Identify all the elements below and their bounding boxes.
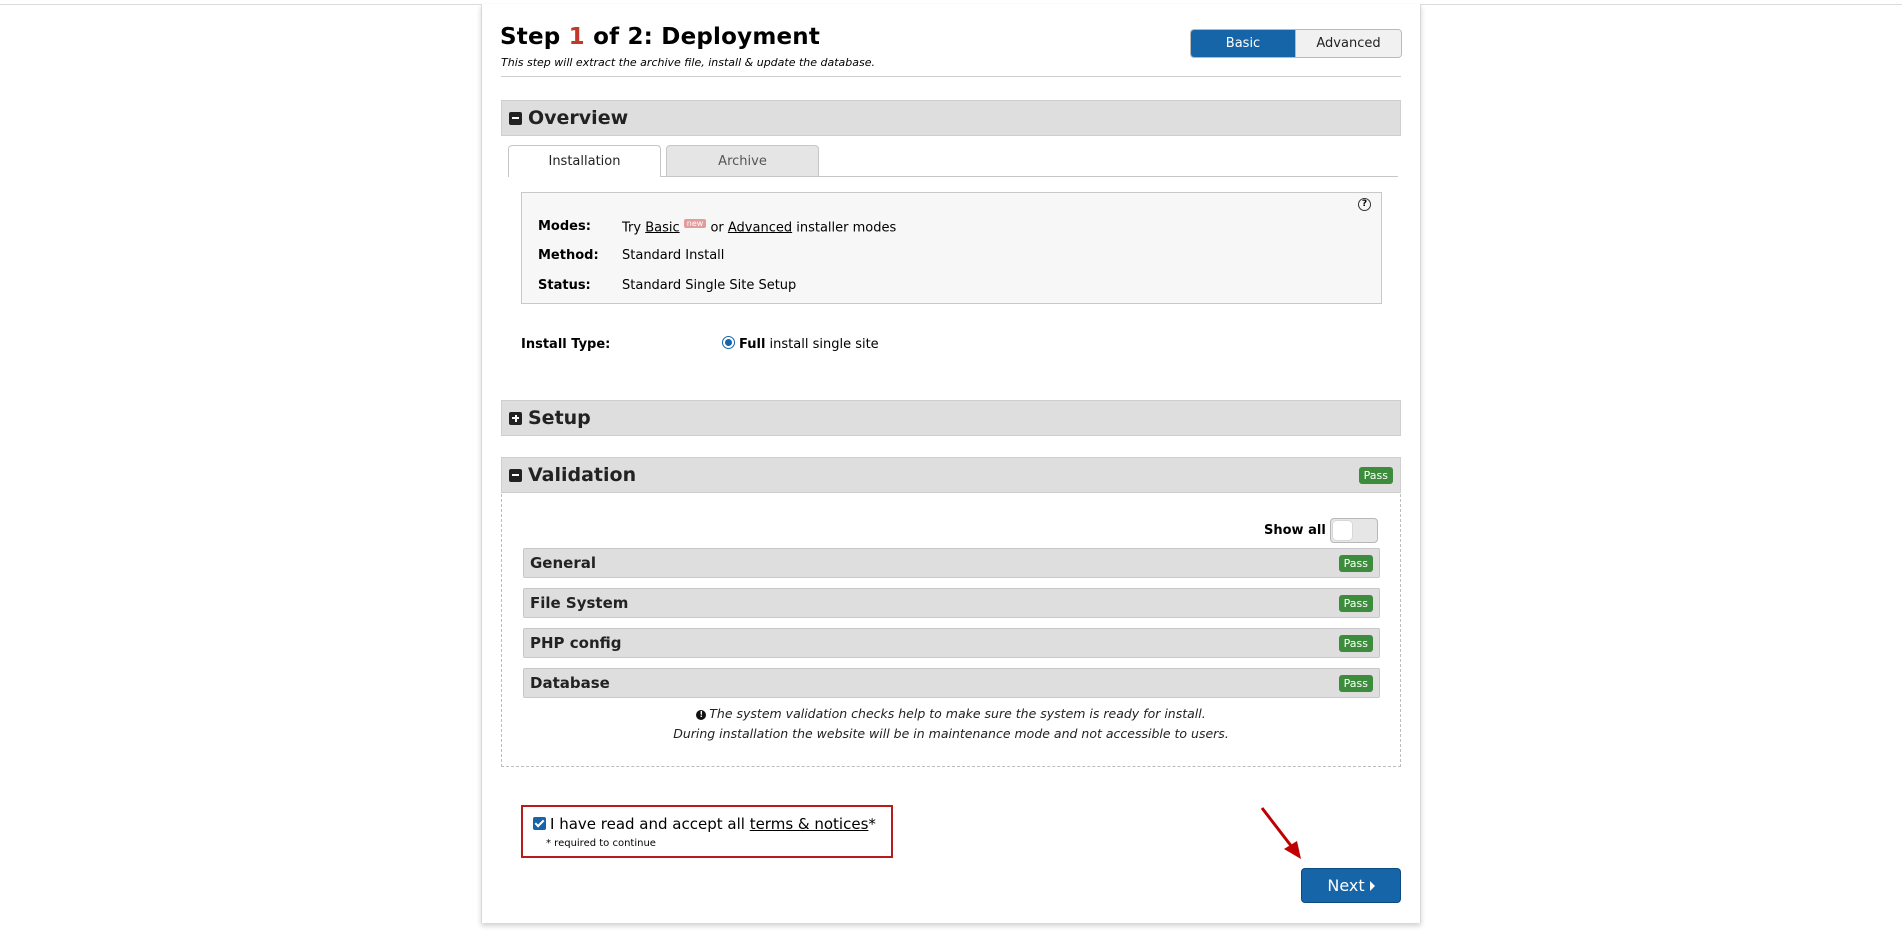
status-value: Standard Single Site Setup xyxy=(622,278,797,293)
basic-mode-button[interactable]: Basic xyxy=(1191,30,1295,57)
caret-right-icon xyxy=(1369,880,1375,891)
collapse-minus-icon xyxy=(509,468,522,482)
overview-section-header[interactable]: Overview xyxy=(501,100,1401,136)
show-all-toggle[interactable] xyxy=(1330,518,1378,543)
validation-row-file-system[interactable]: File System Pass xyxy=(523,588,1380,618)
status-label: Status: xyxy=(538,278,591,293)
status-badge: Pass xyxy=(1338,594,1373,612)
setup-title: Setup xyxy=(528,407,591,429)
advanced-mode-button[interactable]: Advanced xyxy=(1295,30,1401,57)
terms-link[interactable]: terms & notices xyxy=(750,815,869,833)
current-step-number: 1 xyxy=(568,24,585,50)
terms-text: I have read and accept all terms & notic… xyxy=(550,815,876,833)
header-divider xyxy=(501,76,1401,77)
page-title: Step 1 of 2: Deployment xyxy=(500,24,821,50)
info-icon: ! xyxy=(696,709,707,720)
overview-info-box: ? Modes: Try Basic new or Advanced insta… xyxy=(521,192,1382,304)
tab-installation[interactable]: Installation xyxy=(508,145,661,177)
validation-note-line2: During installation the website will be … xyxy=(673,726,1229,741)
status-badge: Pass xyxy=(1338,554,1373,572)
collapse-minus-icon xyxy=(509,111,522,125)
new-badge: new xyxy=(683,219,707,228)
advanced-mode-link[interactable]: Advanced xyxy=(728,220,792,235)
validation-section-header[interactable]: Validation Pass xyxy=(501,457,1401,493)
installer-panel: Step 1 of 2: Deployment This step will e… xyxy=(481,4,1421,923)
validation-status-badge: Pass xyxy=(1358,466,1393,484)
show-all-label: Show all xyxy=(1264,523,1326,538)
validation-row-general[interactable]: General Pass xyxy=(523,548,1380,578)
modes-value: Try Basic new or Advanced installer mode… xyxy=(622,219,897,236)
next-button[interactable]: Next xyxy=(1301,868,1401,903)
required-note: * required to continue xyxy=(546,838,656,849)
expand-plus-icon xyxy=(509,411,522,425)
basic-mode-link[interactable]: Basic xyxy=(645,220,679,235)
tab-archive[interactable]: Archive xyxy=(666,145,819,176)
full-install-label[interactable]: Full install single site xyxy=(739,337,879,352)
full-install-radio[interactable] xyxy=(722,336,735,349)
installer-mode-toggle: Basic Advanced xyxy=(1190,29,1402,58)
validation-note-line1: ! The system validation checks help to ma… xyxy=(501,706,1401,721)
page-subtitle: This step will extract the archive file,… xyxy=(501,56,876,69)
setup-section-header[interactable]: Setup xyxy=(501,400,1401,436)
status-badge: Pass xyxy=(1338,674,1373,692)
help-question-icon[interactable]: ? xyxy=(1358,198,1371,211)
terms-acceptance-box: I have read and accept all terms & notic… xyxy=(521,805,893,858)
overview-title: Overview xyxy=(528,107,629,129)
method-value: Standard Install xyxy=(622,248,725,263)
method-label: Method: xyxy=(538,248,599,263)
modes-label: Modes: xyxy=(538,219,591,234)
validation-title: Validation xyxy=(528,464,637,486)
install-type-label: Install Type: xyxy=(521,337,611,352)
validation-row-database[interactable]: Database Pass xyxy=(523,668,1380,698)
status-badge: Pass xyxy=(1338,634,1373,652)
red-arrow-annotation xyxy=(1260,807,1301,859)
accept-terms-checkbox[interactable] xyxy=(533,817,546,830)
validation-row-php-config[interactable]: PHP config Pass xyxy=(523,628,1380,658)
